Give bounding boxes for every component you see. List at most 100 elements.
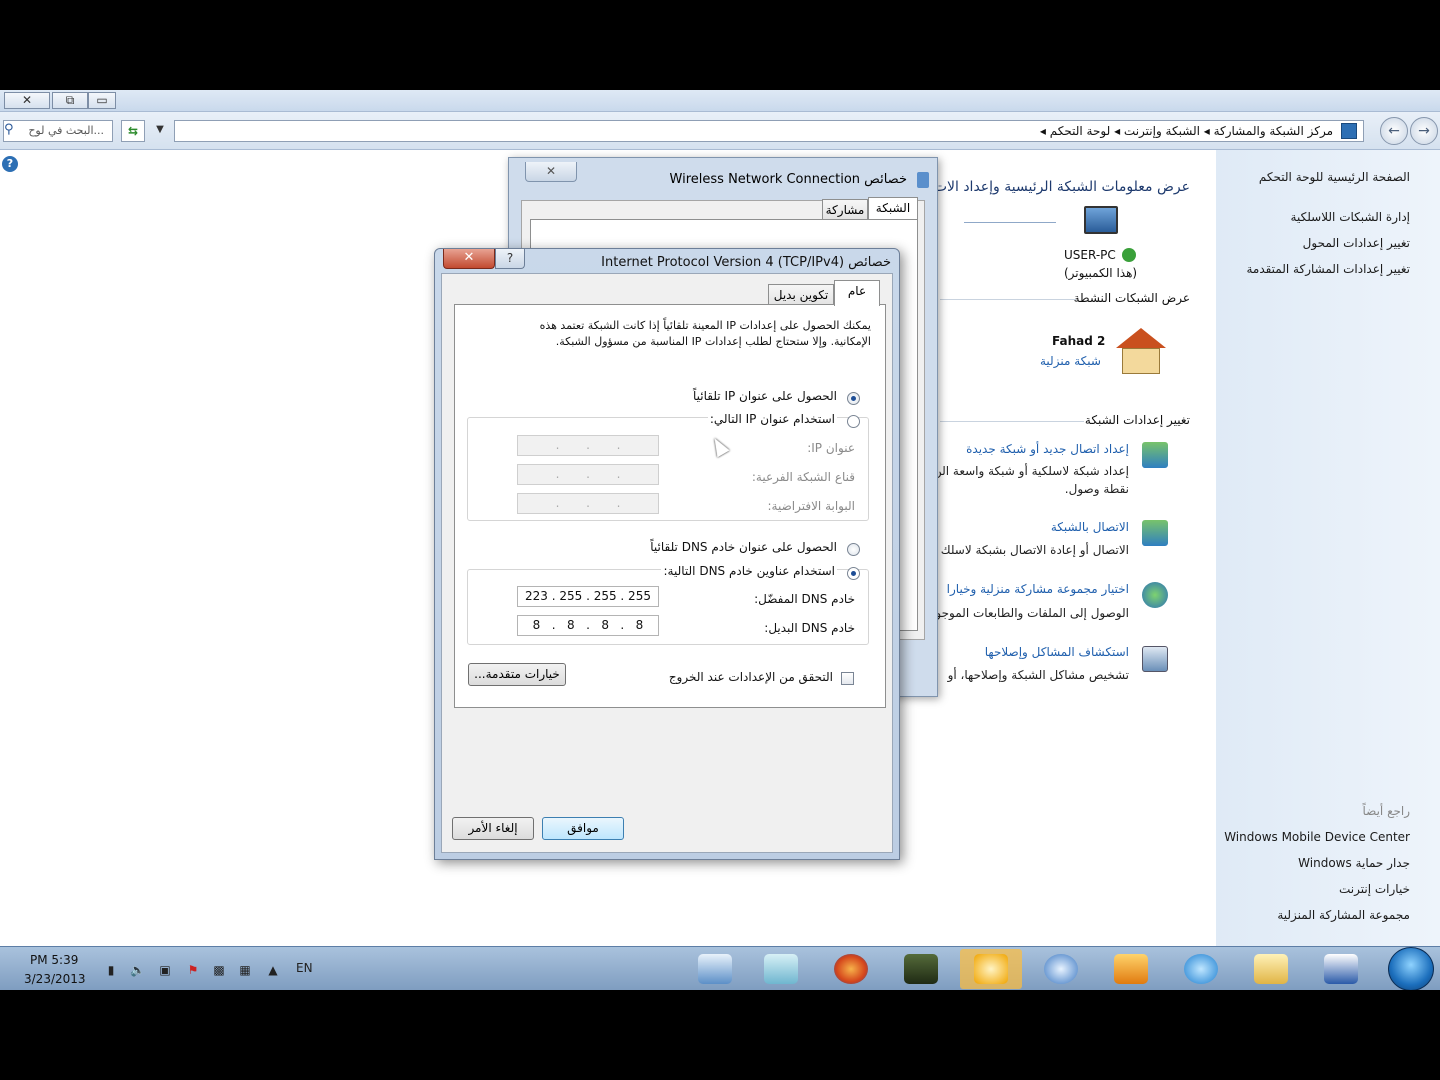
address-toolbar: البحث في لوح... ⚲ ⇆ ▼ مركز الشبكة والمشا…: [0, 112, 1440, 150]
display-icon[interactable]: ▣: [158, 963, 172, 977]
computer-name: USER-PC: [1064, 248, 1116, 262]
taskbar-atom-app[interactable]: [960, 949, 1022, 989]
default-gateway-label: البوابة الافتراضية:: [767, 499, 855, 513]
language-indicator[interactable]: EN: [296, 961, 313, 975]
divider: [940, 299, 1076, 300]
sidebar-item-control-panel-home[interactable]: الصفحة الرئيسية للوحة التحكم: [1259, 170, 1410, 184]
forward-button[interactable]: →: [1410, 117, 1438, 145]
task-connect-network[interactable]: الاتصال بالشبكة: [1051, 520, 1129, 534]
ok-button[interactable]: موافق: [542, 817, 624, 840]
help-icon[interactable]: ?: [2, 156, 18, 172]
dns-auto-label[interactable]: الحصول على عنوان خادم DNS تلقائياً: [650, 540, 837, 554]
taskbar-safari[interactable]: [1030, 949, 1092, 989]
taskbar-control-panel[interactable]: [684, 949, 746, 989]
clock-date[interactable]: 3/23/2013: [24, 972, 86, 986]
see-also-homegroup[interactable]: مجموعة المشاركة المنزلية: [1277, 908, 1410, 922]
taskbar-internet-explorer[interactable]: [1170, 949, 1232, 989]
search-icon[interactable]: ⚲: [4, 122, 14, 137]
preferred-dns-field[interactable]: 223 . 255 . 255 . 255: [517, 586, 659, 607]
ip-address-label: عنوان IP:: [807, 441, 855, 455]
search-input[interactable]: البحث في لوح...: [3, 120, 113, 142]
change-settings-title: تغيير إعدادات الشبكة: [1084, 413, 1190, 427]
subnet-mask-label: قناع الشبكة الفرعية:: [751, 470, 855, 484]
tab-alternate-configuration[interactable]: تكوين بديل: [768, 284, 834, 306]
control-panel-icon: [1341, 123, 1357, 139]
ip-auto-radio[interactable]: [847, 392, 860, 405]
troubleshoot-icon: [1142, 646, 1168, 672]
new-connection-icon: [1142, 442, 1168, 468]
home-network-icon: [1116, 328, 1166, 376]
active-networks-title: عرض الشبكات النشطة: [1073, 291, 1190, 305]
subnet-mask-field[interactable]: . . .: [517, 464, 659, 485]
show-hidden-icons-icon[interactable]: ▲: [266, 963, 280, 977]
intro-text-line1: يمكنك الحصول على إعدادات IP المعينة تلقا…: [539, 319, 871, 332]
advanced-button[interactable]: خيارات متقدمة...: [468, 663, 566, 686]
sidebar-item-adapter-settings[interactable]: تغيير إعدادات المحول: [1303, 236, 1410, 250]
taskbar-file-explorer[interactable]: [1240, 949, 1302, 989]
close-button[interactable]: ✕: [443, 249, 495, 269]
task-new-connection[interactable]: إعداد اتصال جديد أو شبكة جديدة: [966, 442, 1129, 456]
task-troubleshoot-desc: تشخيص مشاكل الشبكة وإصلاحها، أو: [947, 668, 1129, 682]
signal-icon[interactable]: ▩: [212, 963, 226, 977]
breadcrumb[interactable]: مركز الشبكة والمشاركة ◂ الشبكة وإنترنت ◂…: [174, 120, 1364, 142]
back-button[interactable]: ←: [1380, 117, 1408, 145]
tab-general[interactable]: عام: [834, 280, 880, 306]
battery-icon[interactable]: ▮: [104, 963, 118, 977]
close-button[interactable]: ✕: [4, 92, 50, 109]
taskbar: PM 5:39 3/23/2013 ▮ 🔈 ▣ ⚑ ▩ ▦ ▲ EN: [0, 946, 1440, 990]
alternate-dns-field[interactable]: 8 . 8 . 8 . 8: [517, 615, 659, 636]
see-also-mobile-device-center[interactable]: Windows Mobile Device Center: [1224, 830, 1410, 844]
start-button[interactable]: [1388, 947, 1434, 990]
dns-auto-radio[interactable]: [847, 543, 860, 556]
refresh-button[interactable]: ⇆: [121, 120, 145, 142]
taskbar-media-player[interactable]: [1100, 949, 1162, 989]
close-button[interactable]: ✕: [525, 162, 577, 182]
sidebar-item-manage-wireless[interactable]: إدارة الشبكات اللاسلكية: [1291, 210, 1410, 224]
see-also-windows-firewall[interactable]: جدار حماية Windows: [1298, 856, 1410, 870]
wireless-adapter-icon: [917, 172, 929, 188]
tab-panel: يمكنك الحصول على إعدادات IP المعينة تلقا…: [454, 304, 886, 708]
network-map-line: [964, 222, 1056, 223]
minimize-button[interactable]: ▭: [88, 92, 116, 109]
see-also-title: راجع أيضاً: [1362, 804, 1410, 818]
ip-auto-label[interactable]: الحصول على عنوان IP تلقائياً: [693, 389, 837, 403]
validate-settings-label[interactable]: التحقق من الإعدادات عند الخروج: [669, 670, 833, 684]
validate-settings-checkbox[interactable]: [841, 672, 854, 685]
network-tray-icon[interactable]: ▦: [238, 963, 252, 977]
taskbar-notepad[interactable]: [750, 949, 812, 989]
sidebar-item-advanced-sharing[interactable]: تغيير إعدادات المشاركة المتقدمة: [1246, 262, 1410, 276]
taskbar-camtasia[interactable]: [890, 949, 952, 989]
task-troubleshoot[interactable]: استكشاف المشاكل وإصلاحها: [985, 645, 1129, 659]
volume-icon[interactable]: 🔈: [130, 963, 145, 977]
default-gateway-field[interactable]: . . .: [517, 493, 659, 514]
taskbar-firefox[interactable]: [820, 949, 882, 989]
tcpip-properties-dialog: ✕ ? خصائص Internet Protocol Version 4 (T…: [434, 248, 900, 860]
page-title: عرض معلومات الشبكة الرئيسية وإعداد الات: [933, 179, 1190, 195]
ip-manual-radio[interactable]: [847, 415, 860, 428]
task-homegroup-desc: الوصول إلى الملفات والطابعات الموجود: [930, 606, 1129, 620]
maximize-button[interactable]: ⧉: [52, 92, 88, 109]
ip-address-field[interactable]: . . .: [517, 435, 659, 456]
tab-network[interactable]: الشبكة: [868, 197, 918, 219]
computer-icon: [1084, 206, 1118, 234]
tab-sharing[interactable]: مشاركة: [822, 199, 868, 221]
intro-text-line2: الإمكانية. وإلا ستحتاج لطلب إعدادات IP ا…: [555, 335, 871, 348]
network-type-link[interactable]: شبكة منزلية: [1040, 354, 1101, 368]
cancel-button[interactable]: إلغاء الأمر: [452, 817, 534, 840]
dialog-title: خصائص Internet Protocol Version 4 (TCP/I…: [601, 255, 891, 270]
task-homegroup[interactable]: اختيار مجموعة مشاركة منزلية وخيارا: [947, 582, 1129, 596]
breadcrumb-path[interactable]: مركز الشبكة والمشاركة ◂ الشبكة وإنترنت ◂…: [1040, 124, 1333, 138]
taskbar-word[interactable]: [1310, 949, 1372, 989]
chevron-down-icon[interactable]: ▼: [150, 120, 170, 142]
desktop-screen: ✕ ⧉ ▭ البحث في لوح... ⚲ ⇆ ▼ مركز الشبكة …: [0, 90, 1440, 990]
ip-manual-label[interactable]: استخدام عنوان IP التالي:: [707, 412, 837, 426]
task-new-connection-desc: إعداد شبكة لاسلكية أو شبكة واسعة الن: [932, 464, 1129, 478]
clock-time[interactable]: PM 5:39: [30, 953, 78, 967]
see-also-internet-options[interactable]: خيارات إنترنت: [1339, 882, 1410, 896]
dns-manual-radio[interactable]: [847, 567, 860, 580]
dialog-title: خصائص Wireless Network Connection: [669, 172, 907, 187]
action-center-icon[interactable]: ⚑: [186, 963, 200, 977]
window-titlebar: ✕ ⧉ ▭: [0, 90, 1440, 112]
dns-manual-label[interactable]: استخدام عناوين خادم DNS التالية:: [661, 564, 837, 578]
help-button[interactable]: ?: [495, 249, 525, 269]
